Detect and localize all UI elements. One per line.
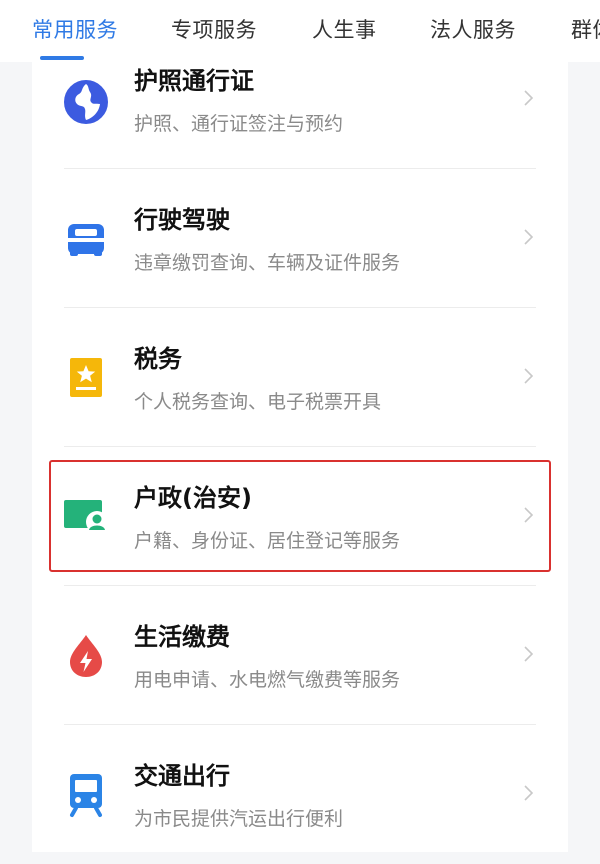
chevron-right-icon <box>524 507 534 523</box>
service-item-passport[interactable]: 护照通行证 护照、通行证签注与预约 <box>32 30 568 169</box>
star-ticket-icon <box>70 358 102 397</box>
service-subtitle: 违章缴罚查询、车辆及证件服务 <box>134 252 401 274</box>
bus-icon <box>70 774 102 817</box>
service-item-household[interactable]: 户政(治安) 户籍、身份证、居住登记等服务 <box>32 447 568 586</box>
car-icon <box>68 224 104 256</box>
chevron-right-icon <box>524 785 534 801</box>
service-subtitle: 个人税务查询、电子税票开具 <box>134 391 382 413</box>
chevron-right-icon <box>524 646 534 662</box>
service-item-utilities[interactable]: 生活缴费 用电申请、水电燃气缴费等服务 <box>32 586 568 725</box>
chevron-right-icon <box>524 368 534 384</box>
service-subtitle: 为市民提供汽运出行便利 <box>134 808 344 830</box>
service-title: 护照通行证 <box>134 67 254 95</box>
service-title: 交通出行 <box>134 762 230 790</box>
utility-drop-icon <box>70 635 102 677</box>
globe-icon <box>64 80 108 124</box>
service-subtitle: 用电申请、水电燃气缴费等服务 <box>134 669 401 691</box>
service-title: 行驶驾驶 <box>134 206 230 234</box>
service-subtitle: 护照、通行证签注与预约 <box>134 113 344 135</box>
chevron-right-icon <box>524 229 534 245</box>
service-title: 生活缴费 <box>134 623 230 651</box>
service-subtitle: 户籍、身份证、居住登记等服务 <box>134 530 401 552</box>
service-item-tax[interactable]: 税务 个人税务查询、电子税票开具 <box>32 308 568 447</box>
tab-groups[interactable]: 群体 <box>571 14 600 44</box>
service-list: 护照通行证 护照、通行证签注与预约 行驶驾驶 违章缴罚查询、车辆及证件服务 税务… <box>32 62 568 852</box>
id-card-icon <box>64 500 108 533</box>
service-title: 税务 <box>134 345 182 373</box>
chevron-right-icon <box>524 90 534 106</box>
service-item-driving[interactable]: 行驶驾驶 违章缴罚查询、车辆及证件服务 <box>32 169 568 308</box>
service-item-transport[interactable]: 交通出行 为市民提供汽运出行便利 <box>32 725 568 864</box>
service-title: 户政(治安) <box>134 484 252 512</box>
